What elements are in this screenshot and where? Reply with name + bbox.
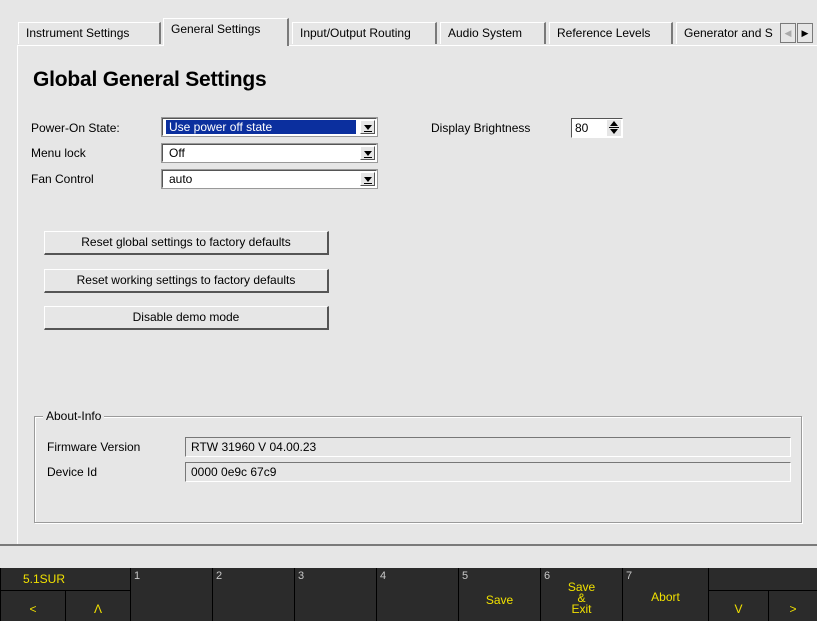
chevron-right-icon: ▶ — [801, 28, 809, 38]
power-on-state-value: Use power off state — [165, 119, 357, 135]
chevron-down-icon: V — [734, 602, 743, 616]
reset-global-settings-button[interactable]: Reset global settings to factory default… — [44, 231, 329, 255]
tab-label: Instrument Settings — [26, 26, 130, 40]
chevron-right-icon: > — [789, 602, 797, 616]
abort-label: Abort — [651, 589, 680, 604]
display-brightness-spinner[interactable]: 80 — [571, 118, 623, 138]
firmware-version-label: Firmware Version — [47, 440, 141, 454]
softkey-up[interactable]: Λ — [65, 591, 130, 621]
about-info-legend: About-Info — [43, 409, 105, 423]
menu-lock-select[interactable]: Off — [161, 143, 378, 163]
tab-label: Reference Levels — [557, 26, 651, 40]
menu-lock-value: Off — [169, 146, 185, 160]
softkey-right[interactable]: > — [768, 591, 817, 621]
tab-scroll-right-button[interactable]: ▶ — [797, 23, 813, 43]
arrow-up-icon[interactable] — [610, 121, 618, 126]
firmware-version-field: RTW 31960 V 04.00.23 — [185, 437, 791, 457]
disable-demo-mode-button[interactable]: Disable demo mode — [44, 306, 329, 330]
softkey-4[interactable]: 4 — [376, 568, 458, 621]
chevron-left-icon: ◀ — [784, 28, 792, 38]
chevron-down-icon[interactable] — [360, 146, 375, 160]
display-brightness-label: Display Brightness — [431, 121, 531, 135]
arrow-down-icon[interactable] — [610, 129, 618, 134]
fan-control-value: auto — [169, 172, 193, 186]
chevron-down-icon[interactable] — [360, 172, 375, 186]
softkey-number: 4 — [380, 570, 387, 582]
tab-audio-system[interactable]: Audio System — [440, 22, 546, 44]
device-id-field: 0000 0e9c 67c9 — [185, 462, 791, 482]
tab-general-settings[interactable]: General Settings — [163, 18, 289, 46]
tab-label: Audio System — [448, 26, 523, 40]
tab-reference-levels[interactable]: Reference Levels — [549, 22, 673, 44]
power-on-state-label: Power-On State: — [31, 121, 120, 135]
softkey-5-save[interactable]: 5 Save — [458, 568, 540, 621]
tab-generator[interactable]: Generator and S — [676, 22, 780, 44]
power-on-state-select[interactable]: Use power off state — [161, 117, 378, 137]
menu-lock-label: Menu lock — [31, 146, 86, 160]
softkey-number: 2 — [216, 570, 223, 582]
tab-input-output-routing[interactable]: Input/Output Routing — [292, 22, 437, 44]
save-label: Save — [485, 592, 514, 607]
general-settings-panel: Global General Settings Power-On State: … — [17, 45, 817, 544]
tab-label: General Settings — [171, 22, 261, 36]
divider — [0, 544, 817, 546]
fan-control-label: Fan Control — [31, 172, 94, 186]
chevron-down-icon[interactable] — [360, 120, 375, 134]
chevron-up-icon: Λ — [93, 602, 102, 616]
softkey-left[interactable]: < — [0, 591, 65, 621]
about-info-group: About-Info Firmware Version RTW 31960 V … — [34, 409, 802, 523]
tab-bar: Instrument Settings General Settings Inp… — [0, 0, 817, 46]
softkey-2[interactable]: 2 — [212, 568, 294, 621]
tab-scroll-left-button[interactable]: ◀ — [780, 23, 796, 43]
softkey-number: 3 — [298, 570, 305, 582]
softkey-7-abort[interactable]: 7 Abort — [622, 568, 708, 621]
display-brightness-value: 80 — [575, 121, 589, 135]
mode-indicator[interactable]: 5.1SUR — [0, 568, 130, 590]
fan-control-select[interactable]: auto — [161, 169, 378, 189]
softkey-number: 1 — [134, 570, 141, 582]
tab-label: Input/Output Routing — [300, 26, 411, 40]
chevron-left-icon: < — [29, 602, 37, 616]
save-exit-label: Save & Exit — [567, 580, 596, 616]
softkey-6-save-exit[interactable]: 6 Save & Exit — [540, 568, 622, 621]
softkey-down[interactable]: V — [708, 591, 768, 621]
mode-label: 5.1SUR — [23, 572, 66, 586]
softkey-1[interactable]: 1 — [130, 568, 212, 621]
page-title: Global General Settings — [33, 68, 267, 91]
tab-label: Generator and S — [684, 26, 773, 40]
tab-instrument-settings[interactable]: Instrument Settings — [18, 22, 161, 44]
reset-working-settings-button[interactable]: Reset working settings to factory defaul… — [44, 269, 329, 293]
spinner-buttons[interactable] — [607, 120, 621, 136]
softkey-nav-indicator — [708, 568, 817, 590]
device-id-label: Device Id — [47, 465, 98, 479]
spinner-divider — [609, 127, 619, 128]
softkey-3[interactable]: 3 — [294, 568, 376, 621]
